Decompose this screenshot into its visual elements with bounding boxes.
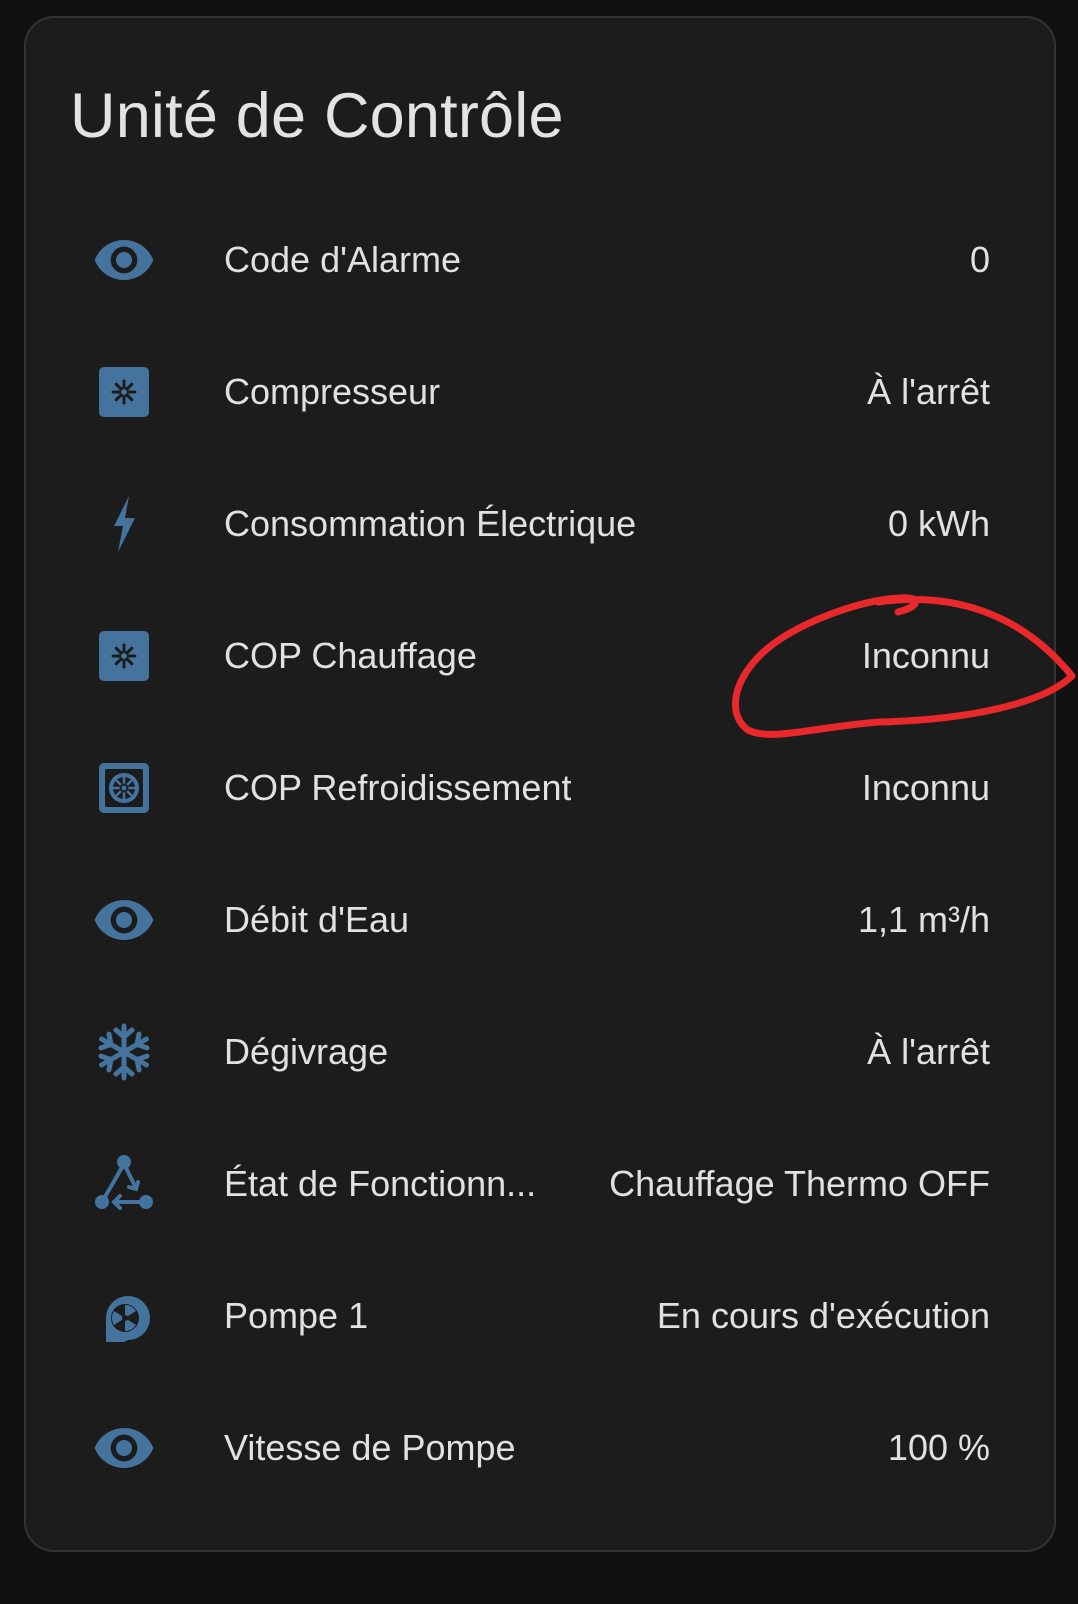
entity-label: Pompe 1 [224, 1295, 369, 1336]
hvac-unit-icon [92, 360, 156, 424]
entity-label: COP Refroidissement [224, 767, 572, 808]
entity-value: 1,1 m³/h [857, 899, 990, 940]
entity-value: Inconnu [861, 635, 990, 676]
entity-row-alarm-code[interactable]: Code d'Alarme 0 [26, 194, 1054, 326]
entity-row-cop-heating[interactable]: COP Chauffage Inconnu [26, 590, 1054, 722]
entity-row-defrost[interactable]: Dégivrage À l'arrêt [26, 986, 1054, 1118]
entity-value: Chauffage Thermo OFF [609, 1163, 990, 1204]
entity-value: À l'arrêt [867, 371, 990, 412]
entity-row-operating-state[interactable]: État de Fonctionn... Chauffage Thermo OF… [26, 1118, 1054, 1250]
eye-icon [92, 888, 156, 952]
lightning-bolt-icon [92, 492, 156, 556]
entity-row-water-flow[interactable]: Débit d'Eau 1,1 m³/h [26, 854, 1054, 986]
hvac-unit-outline-icon [92, 756, 156, 820]
entity-label: COP Chauffage [224, 635, 477, 676]
entity-value: En cours d'exécution [656, 1295, 990, 1336]
snowflake-icon [92, 1020, 156, 1084]
entity-row-pump-1[interactable]: Pompe 1 En cours d'exécution [26, 1250, 1054, 1382]
entity-row-power-consumption[interactable]: Consommation Électrique 0 kWh [26, 458, 1054, 590]
state-machine-icon [92, 1152, 156, 1216]
control-unit-card: Unité de Contrôle Code d'Alarme 0 Compre… [24, 16, 1056, 1552]
entity-label: Consommation Électrique [224, 503, 637, 544]
entity-value: 0 kWh [887, 503, 990, 544]
eye-icon [92, 1416, 156, 1480]
entity-value: À l'arrêt [867, 1031, 990, 1072]
entity-label: État de Fonctionn... [224, 1163, 537, 1204]
entity-label: Dégivrage [224, 1031, 389, 1072]
entity-value: 100 % [887, 1427, 990, 1468]
entity-label: Débit d'Eau [224, 899, 409, 940]
card-title: Unité de Contrôle [70, 81, 564, 151]
entity-value: Inconnu [861, 767, 990, 808]
entity-row-compressor[interactable]: Compresseur À l'arrêt [26, 326, 1054, 458]
entity-row-pump-speed[interactable]: Vitesse de Pompe 100 % [26, 1382, 1054, 1514]
eye-icon [92, 228, 156, 292]
entity-label: Vitesse de Pompe [224, 1427, 516, 1468]
entity-label: Code d'Alarme [224, 239, 461, 280]
pump-icon [92, 1284, 156, 1348]
entity-label: Compresseur [224, 371, 441, 412]
hvac-unit-icon [92, 624, 156, 688]
entity-row-cop-cooling[interactable]: COP Refroidissement Inconnu [26, 722, 1054, 854]
entity-value: 0 [969, 239, 990, 280]
